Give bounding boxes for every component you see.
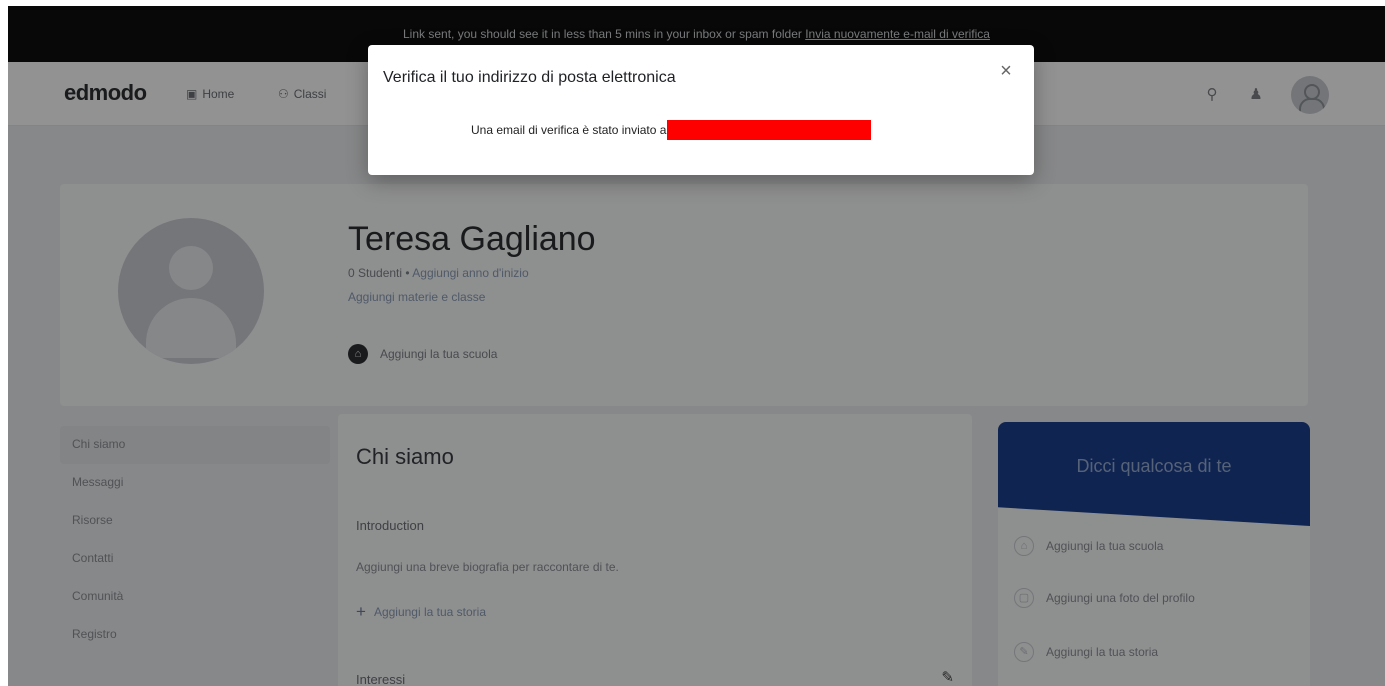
verify-email-modal: Verifica il tuo indirizzo di posta elett… [368, 45, 1034, 175]
modal-body-text: Una email di verifica è stato inviato a [471, 123, 667, 137]
modal-title: Verifica il tuo indirizzo di posta elett… [383, 69, 676, 86]
redacted-email [667, 120, 872, 140]
app-frame: Link sent, you should see it in less tha… [8, 6, 1385, 686]
close-icon[interactable]: × [996, 61, 1016, 81]
modal-body: Una email di verifica è stato inviato a [471, 120, 872, 140]
